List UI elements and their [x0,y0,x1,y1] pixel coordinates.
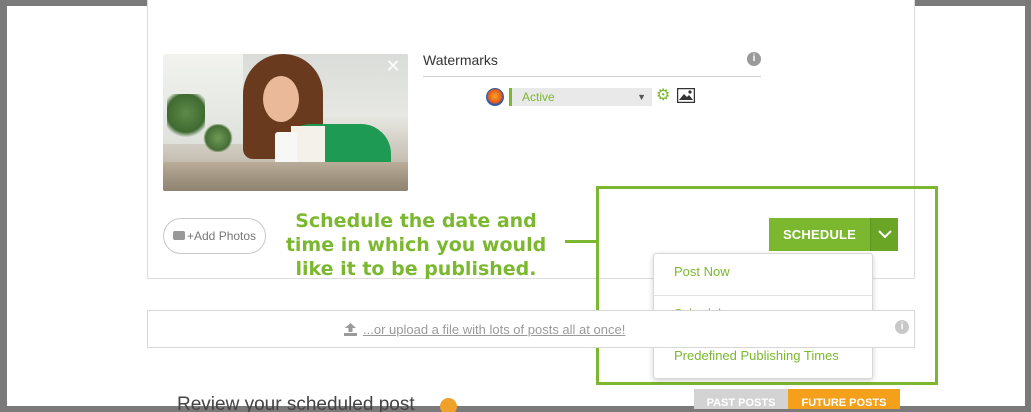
review-help-badge[interactable] [440,398,457,412]
image-icon[interactable] [676,87,696,104]
chevron-down-icon: ▼ [637,92,646,102]
watermarks-divider [423,76,761,77]
bulk-upload-link[interactable]: ...or upload a file with lots of posts a… [363,322,625,337]
gear-icon[interactable]: ⚙ [656,88,672,104]
add-photos-label: +Add Photos [187,229,257,243]
add-photos-button[interactable]: +Add Photos [163,218,266,254]
schedule-button[interactable]: SCHEDULE [769,218,870,251]
watermark-avatar [486,88,504,106]
callout-connector-line [565,240,597,243]
upload-info-icon[interactable]: i [895,320,909,334]
remove-photo-close-icon[interactable]: ✕ [384,58,402,76]
review-section-title: Review your scheduled post [177,394,415,412]
watermark-status-value: Active [522,90,555,104]
watermark-status-select[interactable]: Active ▼ [509,88,652,106]
watermarks-info-icon[interactable]: i [747,52,761,66]
schedule-callout-text: Schedule the date and time in which you … [285,210,547,280]
menu-item-post-now[interactable]: Post Now [654,254,872,296]
watermarks-title: Watermarks [423,52,498,68]
attached-photo[interactable]: ✕ [163,54,408,191]
chevron-down-icon [878,230,892,239]
bulk-upload-bar: ...or upload a file with lots of posts a… [147,310,915,348]
frame-right-border [1025,0,1031,412]
schedule-dropdown-toggle[interactable] [870,218,898,251]
tab-future-posts[interactable]: FUTURE POSTS [788,389,900,409]
upload-icon [344,323,357,336]
tab-past-posts[interactable]: PAST POSTS [694,389,788,409]
frame-left-border [0,0,7,412]
camera-icon [173,231,185,240]
